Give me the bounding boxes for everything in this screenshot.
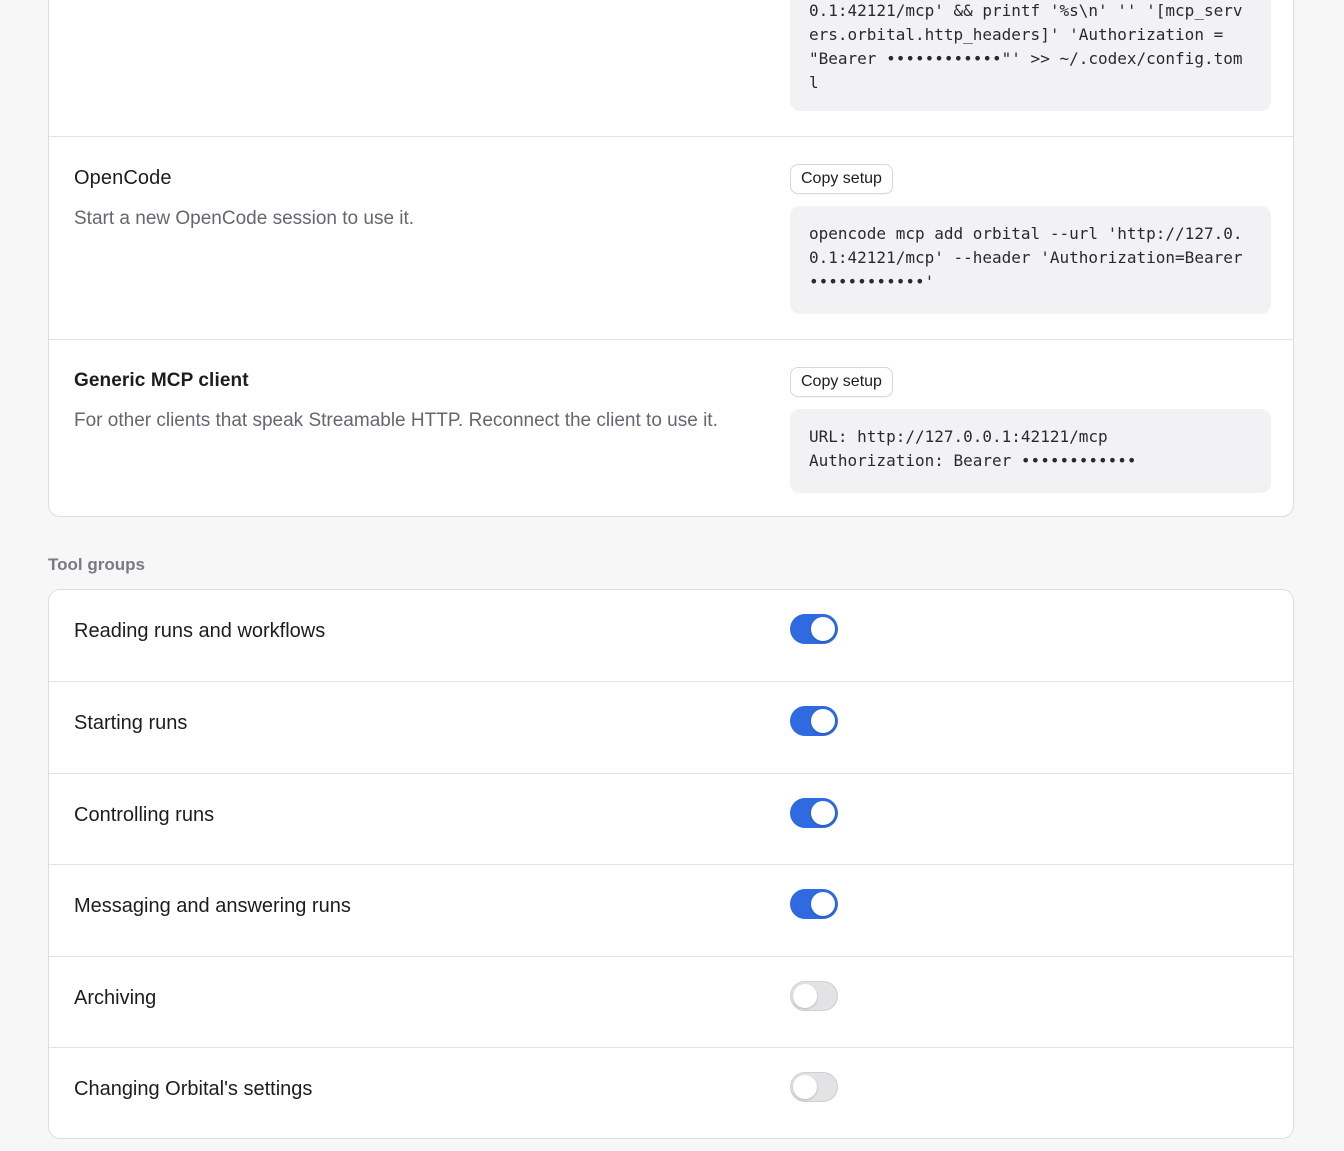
tool-label: Messaging and answering runs <box>74 895 351 917</box>
toggle-knob <box>811 617 835 641</box>
toggle-changing-settings[interactable] <box>790 1072 838 1102</box>
client-row-opencode: OpenCode Start a new OpenCode session to… <box>49 136 1293 340</box>
tool-row: Controlling runs <box>49 773 1293 864</box>
tool-row: Archiving <box>49 956 1293 1047</box>
toggle-archiving[interactable] <box>790 981 838 1011</box>
copy-setup-button-generic[interactable]: Copy setup <box>790 367 893 397</box>
toggle-controlling-runs[interactable] <box>790 798 838 828</box>
client-title-generic: Generic MCP client <box>74 370 249 391</box>
opencode-setup-code: opencode mcp add orbital --url 'http://1… <box>790 206 1271 314</box>
tool-label: Changing Orbital's settings <box>74 1078 313 1100</box>
client-desc-opencode: Start a new OpenCode session to use it. <box>74 208 415 229</box>
tool-row: Reading runs and workflows <box>49 590 1293 681</box>
tool-groups-heading: Tool groups <box>48 555 145 574</box>
tool-label: Reading runs and workflows <box>74 620 326 642</box>
tool-label: Starting runs <box>74 712 188 734</box>
client-desc-generic: For other clients that speak Streamable … <box>74 410 718 431</box>
codex-setup-code: 0.1:42121/mcp' && printf '%s\n' '' '[mcp… <box>790 0 1271 111</box>
toggle-knob <box>811 801 835 825</box>
tool-row: Changing Orbital's settings <box>49 1047 1293 1138</box>
generic-setup-code: URL: http://127.0.0.1:42121/mcp Authoriz… <box>790 409 1271 493</box>
toggle-reading-runs[interactable] <box>790 614 838 644</box>
toggle-knob <box>793 984 817 1008</box>
toggle-knob <box>811 892 835 916</box>
toggle-knob <box>811 709 835 733</box>
mcp-clients-card: 0.1:42121/mcp' && printf '%s\n' '' '[mcp… <box>48 0 1294 517</box>
toggle-starting-runs[interactable] <box>790 706 838 736</box>
client-title-opencode: OpenCode <box>74 167 172 189</box>
tool-label: Controlling runs <box>74 804 215 826</box>
tool-row: Messaging and answering runs <box>49 864 1293 955</box>
client-row-generic: Generic MCP client For other clients tha… <box>49 339 1293 518</box>
tool-groups-card: Reading runs and workflows Starting runs… <box>48 589 1294 1139</box>
toggle-messaging-runs[interactable] <box>790 889 838 919</box>
toggle-knob <box>793 1075 817 1099</box>
tool-label: Archiving <box>74 987 157 1009</box>
client-row-codex: 0.1:42121/mcp' && printf '%s\n' '' '[mcp… <box>49 0 1293 136</box>
copy-setup-button-opencode[interactable]: Copy setup <box>790 164 893 194</box>
tool-row: Starting runs <box>49 681 1293 772</box>
